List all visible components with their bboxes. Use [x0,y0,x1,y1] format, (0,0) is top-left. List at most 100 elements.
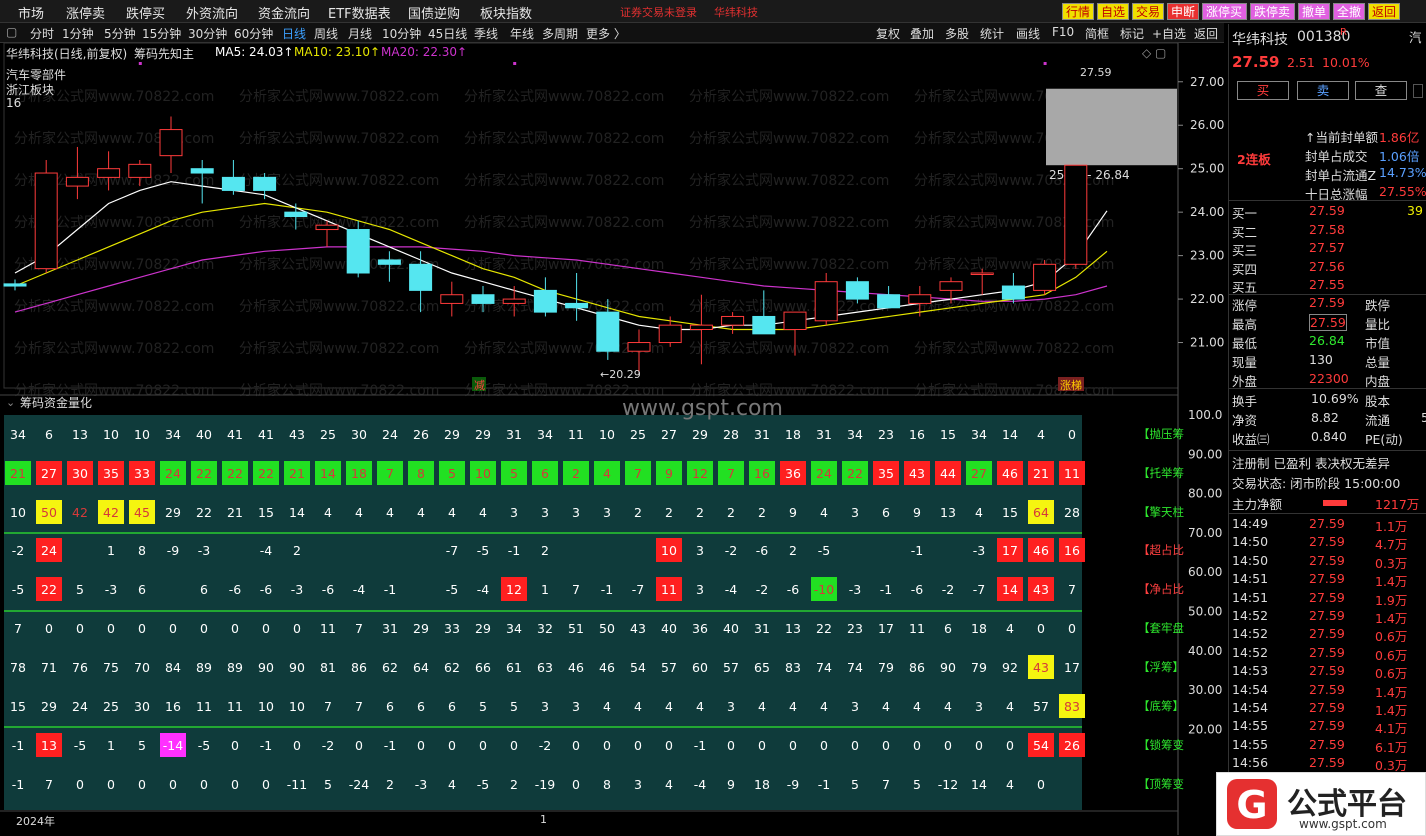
menu-item-3[interactable]: 外资流向 [186,3,238,22]
period-tab-5[interactable]: 60分钟 [234,25,273,42]
menu-item-6[interactable]: 国债逆购 [408,3,460,22]
seal-label-2: 封单占流通Z [1305,168,1377,183]
fund-label2: PE(动) [1365,432,1403,447]
period-tab-2[interactable]: 5分钟 [104,25,136,42]
cell-value: -6 [260,582,273,597]
menu-item-0[interactable]: 市场 [18,3,44,22]
cell-value: 15 [10,699,26,714]
cell-value: 29 [41,699,57,714]
chart-indicator-name[interactable]: 筹码先知主 [134,45,194,62]
trade-button-2[interactable]: 查 [1355,81,1407,100]
cell-value: 83 [785,660,801,675]
trade-button-1[interactable]: 卖 [1297,81,1349,100]
menu-button-8[interactable]: 返回 [1368,3,1400,20]
period-tab-8[interactable]: 月线 [348,25,372,42]
panel-toggle-icon[interactable]: ▢ [6,25,17,39]
cell-value: 12 [692,466,708,481]
cell-value: 4 [975,505,983,520]
stat-value: 130 [1309,352,1333,367]
cell-value: 32 [537,621,553,636]
cell-value: 21 [1033,466,1049,481]
period-tab-0[interactable]: 分时 [30,25,54,42]
menu-button-3[interactable]: 申断 [1167,3,1199,20]
period-tab-9[interactable]: 10分钟 [382,25,421,42]
cell-value: 0 [231,738,239,753]
period-tab-13[interactable]: 多周期 [542,25,578,42]
chip-band [1046,88,1177,166]
chart-title: 华纬科技(日线,前复权) [6,47,128,61]
tick-time: 14:55 [1232,718,1269,734]
cell-value: 14 [1002,582,1018,597]
period-tab-10[interactable]: 45日线 [428,25,467,42]
menu-item-2[interactable]: 跌停买 [126,3,165,22]
menu-button-2[interactable]: 交易 [1132,3,1164,20]
tool-button-1[interactable]: 叠加 [910,25,934,42]
menu-item-4[interactable]: 资金流向 [258,3,310,22]
period-tab-12[interactable]: 年线 [510,25,534,42]
tool-button-6[interactable]: 简框 [1085,25,1109,42]
tick-price: 27.59 [1309,663,1345,679]
menu-button-1[interactable]: 自选 [1097,3,1129,20]
cell-value: 4 [634,699,642,714]
chart-canvas[interactable]: 分析家公式网www.70822.com 分析家公式网www.70822.com 分析… [0,43,1224,835]
candle-body [502,298,526,304]
cell-value: -9 [787,777,800,792]
chart-area[interactable]: 分析家公式网www.70822.com 分析家公式网www.70822.com 分析… [0,43,1224,835]
chip-band-label: 25.08 - 26.84 [1049,168,1130,182]
period-tab-4[interactable]: 30分钟 [188,25,227,42]
tool-button-5[interactable]: F10 [1052,25,1074,39]
cell-value: -5 [477,543,489,558]
cell-value: 29 [475,621,491,636]
sub-tick-label: 70.00 [1188,526,1222,540]
cell-value: 46 [568,660,584,675]
tool-button-7[interactable]: 标记 [1120,25,1144,42]
menu-button-4[interactable]: 涨停买 [1202,3,1247,20]
menu-button-7[interactable]: 全撤 [1333,3,1365,20]
menu-button-0[interactable]: 行情 [1062,3,1094,20]
cell-value: 5 [851,777,859,792]
tool-button-0[interactable]: 复权 [876,25,900,42]
period-tab-1[interactable]: 1分钟 [62,25,94,42]
row-label: 【超占比 [1138,543,1184,557]
menu-item-1[interactable]: 涨停卖 [66,3,105,22]
cell-value: 30 [72,466,88,481]
collapse-icon[interactable]: ⌄ [6,396,15,409]
menu-item-7[interactable]: 板块指数 [480,3,532,22]
candle-body [658,324,682,344]
watermark-text: 分析家公式网www.70822.com [689,130,889,147]
menu-item-5[interactable]: ETF数据表 [328,3,391,22]
cell-value: 11 [1064,466,1080,481]
sub-tick-label: 60.00 [1188,565,1222,579]
menu-button-6[interactable]: 撤单 [1298,3,1330,20]
cell-value: 4 [758,699,766,714]
cell-value: -24 [349,777,369,792]
fund-label: 换手 [1232,394,1258,409]
menu-button-5[interactable]: 跌停卖 [1250,3,1295,20]
pin-icon[interactable]: ◇ ▢ [1142,46,1166,60]
tool-button-2[interactable]: 多股 [945,25,969,42]
watermark-text: 分析家公式网www.70822.com [689,340,889,357]
tool-button-9[interactable]: 返回 [1194,25,1218,42]
period-tab-11[interactable]: 季线 [474,25,498,42]
stock-link[interactable]: 华纬科技 [714,4,758,20]
period-tab-14[interactable]: 更多 〉 [586,25,626,42]
bid-label: 买二 [1232,224,1258,240]
period-tab-3[interactable]: 15分钟 [142,25,181,42]
cell-value: -1 [880,582,892,597]
cell-value: 26 [1064,738,1080,753]
bid-label: 买三 [1232,243,1258,258]
cell-value: 90 [258,660,274,675]
watermark-text: 分析家公式网www.70822.com [239,88,439,105]
tool-button-4[interactable]: 画线 [1016,25,1040,42]
cell-value: 62 [444,660,460,675]
tool-button-3[interactable]: 统计 [980,25,1004,42]
seal-value-0: 1.86亿 [1379,130,1420,145]
scroll-handle[interactable] [1413,84,1423,98]
watermark-text: 分析家公式网www.70822.com [239,298,439,315]
price-tick-label: 21.00 [1190,336,1224,350]
cell-value: 34 [165,427,181,442]
period-tab-6[interactable]: 日线 [282,25,306,42]
tool-button-8[interactable]: +自选 [1152,25,1186,42]
trade-button-0[interactable]: 买 [1237,81,1289,100]
period-tab-7[interactable]: 周线 [314,25,338,42]
